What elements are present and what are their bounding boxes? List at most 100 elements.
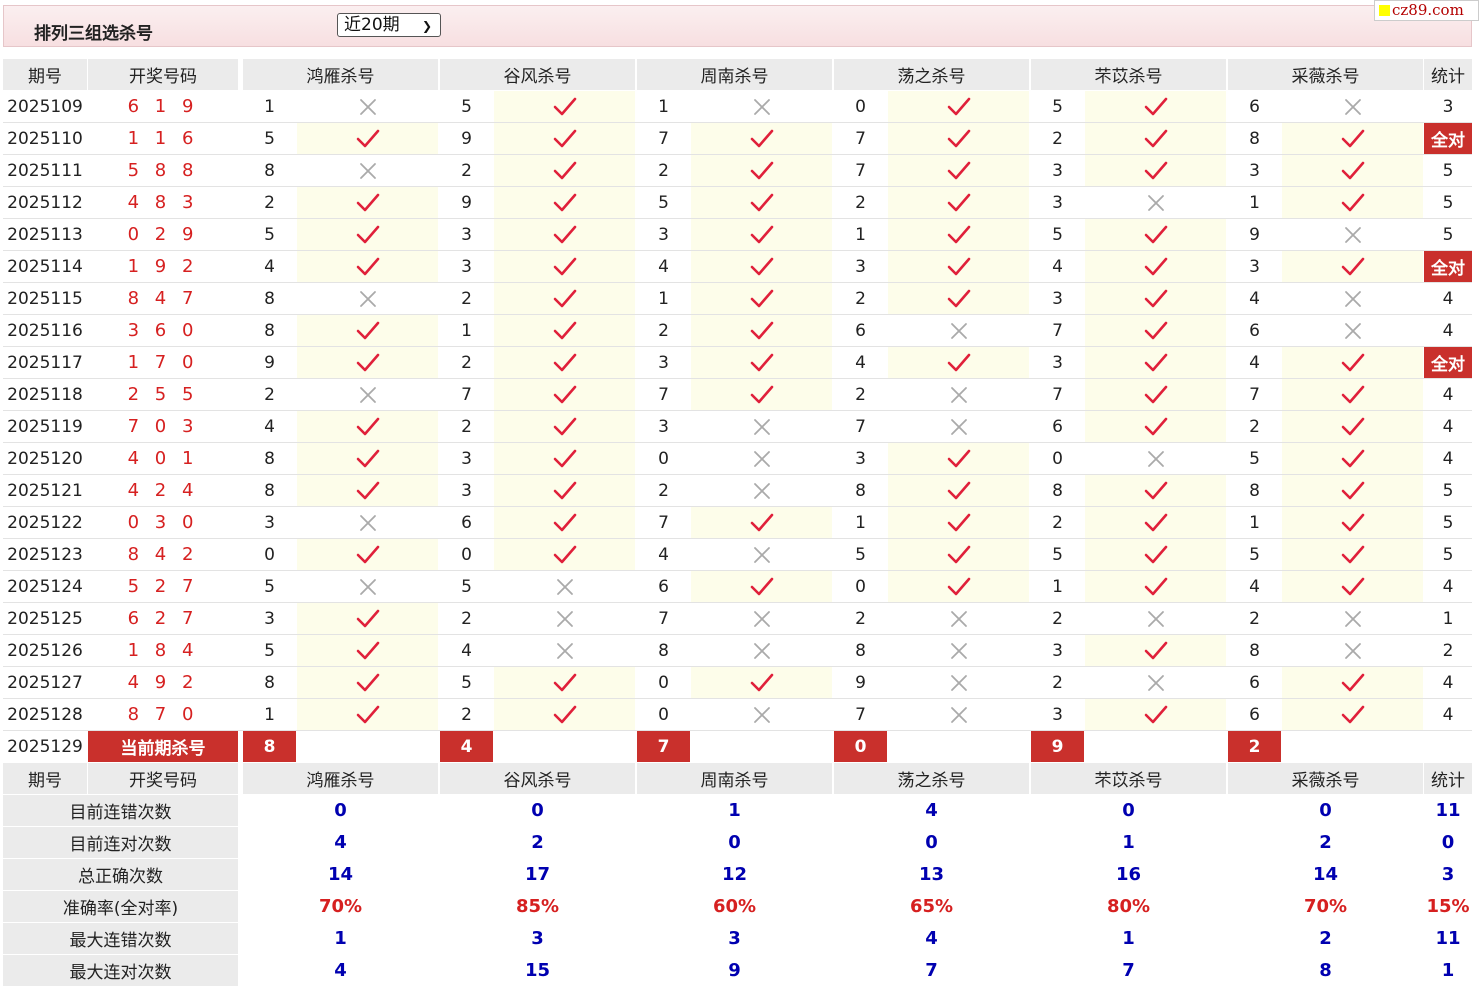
kill-number: 3 [637, 219, 690, 250]
check-icon [494, 667, 635, 698]
check-icon [297, 347, 438, 378]
cross-icon [691, 475, 832, 506]
cross-icon [691, 603, 832, 634]
issue-number: 2025124 [3, 571, 87, 602]
check-icon [1282, 251, 1423, 282]
kill-number: 7 [834, 155, 887, 186]
current-empty-cell [1282, 731, 1423, 762]
bottom-header-issue: 期号 [3, 763, 87, 794]
kill-number: 3 [440, 219, 493, 250]
stat-label: 目前连错次数 [3, 795, 238, 826]
draw-number: 8 4 2 [88, 539, 238, 570]
kill-number: 9 [1228, 219, 1281, 250]
top-header-expert-1: 谷风杀号 [440, 59, 635, 90]
logo-text: cz89.com [1392, 1, 1464, 19]
kill-number: 7 [1228, 379, 1281, 410]
kill-number: 3 [1031, 283, 1084, 314]
kill-number: 2 [834, 379, 887, 410]
issue-number: 2025112 [3, 187, 87, 218]
cross-icon [297, 379, 438, 410]
kill-number: 8 [1228, 123, 1281, 154]
kill-number: 0 [243, 539, 296, 570]
issue-number: 2025121 [3, 475, 87, 506]
check-icon [691, 347, 832, 378]
hit-count: 4 [1424, 443, 1472, 474]
check-icon [1282, 123, 1423, 154]
cross-icon [888, 667, 1029, 698]
check-icon [1282, 539, 1423, 570]
kill-number: 7 [834, 411, 887, 442]
stat-value: 60% [637, 891, 832, 922]
cross-icon [691, 539, 832, 570]
kill-number: 5 [834, 539, 887, 570]
kill-number: 5 [637, 187, 690, 218]
site-logo[interactable]: cz89.com [1374, 0, 1479, 21]
issue-number: 2025126 [3, 635, 87, 666]
check-icon [1085, 91, 1226, 122]
check-icon [1085, 251, 1226, 282]
bottom-header-expert-2: 周南杀号 [637, 763, 832, 794]
check-icon [297, 635, 438, 666]
kill-number: 0 [637, 443, 690, 474]
stat-value: 14 [243, 859, 438, 890]
kill-number: 1 [637, 91, 690, 122]
kill-number: 7 [834, 123, 887, 154]
current-kill-label: 当前期杀号 [88, 731, 238, 762]
kill-number: 8 [637, 635, 690, 666]
hit-count: 2 [1424, 635, 1472, 666]
draw-number: 4 2 4 [88, 475, 238, 506]
kill-number: 6 [1228, 699, 1281, 730]
cross-icon [297, 283, 438, 314]
kill-number: 2 [1228, 411, 1281, 442]
check-icon [494, 123, 635, 154]
hit-count: 4 [1424, 315, 1472, 346]
kill-number: 3 [1031, 699, 1084, 730]
check-icon [1085, 635, 1226, 666]
period-select-value: 近20期 [344, 15, 400, 35]
bottom-header-expert-3: 荡之杀号 [834, 763, 1029, 794]
issue-number: 2025125 [3, 603, 87, 634]
stat-total: 11 [1424, 923, 1472, 954]
cross-icon [1282, 635, 1423, 666]
issue-number: 2025110 [3, 123, 87, 154]
kill-number: 2 [1031, 507, 1084, 538]
kill-number: 1 [1228, 507, 1281, 538]
stat-value: 12 [637, 859, 832, 890]
hit-count: 5 [1424, 539, 1472, 570]
kill-number: 0 [834, 91, 887, 122]
check-icon [494, 187, 635, 218]
kill-number: 8 [243, 315, 296, 346]
check-icon [888, 219, 1029, 250]
stat-value: 1 [637, 795, 832, 826]
kill-number: 4 [243, 251, 296, 282]
cross-icon [1282, 603, 1423, 634]
kill-number: 7 [637, 603, 690, 634]
check-icon [888, 283, 1029, 314]
kill-number: 8 [243, 155, 296, 186]
stat-total: 1 [1424, 955, 1472, 986]
current-kill-number: 4 [440, 731, 493, 762]
hit-count: 1 [1424, 603, 1472, 634]
cross-icon [691, 411, 832, 442]
kill-number: 0 [834, 571, 887, 602]
kill-number: 5 [440, 91, 493, 122]
kill-number: 4 [440, 635, 493, 666]
kill-number: 7 [637, 507, 690, 538]
kill-number: 2 [834, 283, 887, 314]
kill-number: 8 [1228, 635, 1281, 666]
cross-icon [297, 507, 438, 538]
stat-value: 2 [440, 827, 635, 858]
cross-icon [888, 379, 1029, 410]
cross-icon [297, 91, 438, 122]
kill-number: 2 [1031, 603, 1084, 634]
check-icon [691, 251, 832, 282]
stat-value: 7 [1031, 955, 1226, 986]
draw-number: 4 0 1 [88, 443, 238, 474]
kill-number: 4 [834, 347, 887, 378]
period-select[interactable]: 近20期 ❯ [337, 13, 441, 37]
cross-icon [1282, 91, 1423, 122]
kill-number: 2 [834, 603, 887, 634]
check-icon [691, 667, 832, 698]
kill-number: 7 [637, 123, 690, 154]
check-icon [1085, 283, 1226, 314]
